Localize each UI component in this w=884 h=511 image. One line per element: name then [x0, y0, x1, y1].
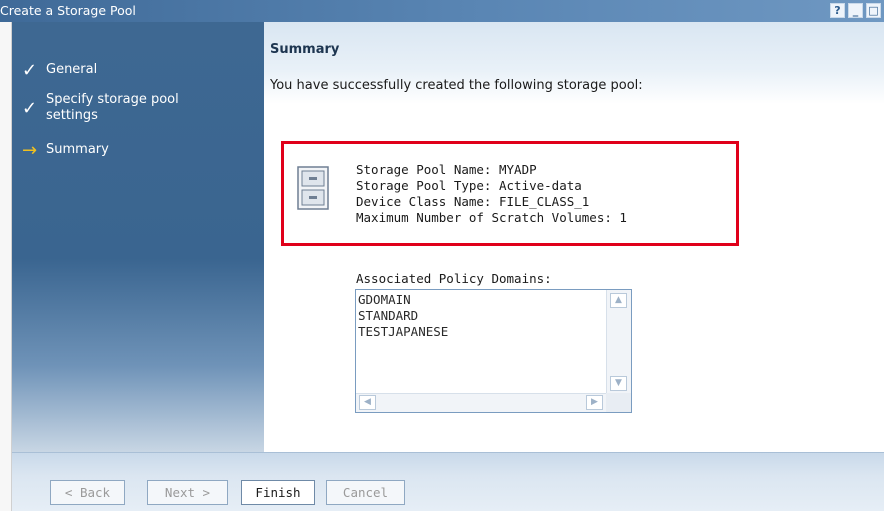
policy-domains-label: Associated Policy Domains:: [356, 271, 552, 286]
page-title: Summary: [270, 42, 340, 57]
horizontal-scrollbar[interactable]: ◀ ▶: [356, 393, 606, 412]
step-label: Summary: [46, 142, 109, 157]
step-specify-settings[interactable]: ✓ Specify storage pool settings: [22, 92, 216, 124]
cancel-button[interactable]: Cancel: [326, 480, 405, 505]
policy-domains-listbox[interactable]: GDOMAIN STANDARD TESTJAPANESE ▲ ▼ ◀ ▶: [355, 289, 632, 413]
step-label: Specify storage pool settings: [46, 92, 179, 123]
max-scratch-volumes: Maximum Number of Scratch Volumes: 1: [356, 210, 627, 225]
minimize-button[interactable]: _: [848, 3, 863, 18]
pool-type: Storage Pool Type: Active-data: [356, 178, 582, 193]
finish-button[interactable]: Finish: [241, 480, 315, 505]
check-icon: ✓: [22, 98, 38, 119]
restore-button[interactable]: □: [866, 3, 881, 18]
scroll-left-icon[interactable]: ◀: [359, 395, 376, 410]
policy-domains-items: GDOMAIN STANDARD TESTJAPANESE: [358, 292, 448, 340]
arrow-right-icon: →: [22, 140, 38, 161]
device-class-name: Device Class Name: FILE_CLASS_1: [356, 194, 590, 209]
scroll-down-icon[interactable]: ▼: [610, 376, 627, 391]
scroll-up-icon[interactable]: ▲: [610, 293, 627, 308]
summary-description: You have successfully created the follow…: [270, 78, 643, 93]
list-item[interactable]: TESTJAPANESE: [358, 324, 448, 340]
scrollbar-corner: [606, 393, 631, 412]
check-icon: ✓: [22, 60, 38, 81]
window-controls: ? _ □: [830, 3, 881, 18]
step-label: General: [46, 62, 98, 77]
storage-pool-details: Storage Pool Name: MYADP Storage Pool Ty…: [356, 162, 627, 226]
file-cabinet-icon: [296, 165, 330, 214]
vertical-scrollbar[interactable]: ▲ ▼: [606, 290, 631, 394]
step-summary[interactable]: → Summary: [22, 142, 109, 160]
summary-header: Summary You have successfully created th…: [264, 22, 884, 104]
next-button[interactable]: Next >: [147, 480, 228, 505]
window-frame-left: [0, 22, 12, 511]
wizard-footer: < Back Next > Finish Cancel: [12, 452, 884, 511]
step-general[interactable]: ✓ General: [22, 62, 97, 80]
window-title: Create a Storage Pool: [0, 3, 136, 18]
help-button[interactable]: ?: [830, 3, 845, 18]
list-item[interactable]: GDOMAIN: [358, 292, 448, 308]
back-button[interactable]: < Back: [50, 480, 125, 505]
list-item[interactable]: STANDARD: [358, 308, 448, 324]
title-bar: Create a Storage Pool ? _ □: [0, 0, 884, 22]
wizard-steps-sidebar: ✓ General ✓ Specify storage pool setting…: [12, 22, 264, 452]
pool-name: Storage Pool Name: MYADP: [356, 162, 537, 177]
scroll-right-icon[interactable]: ▶: [586, 395, 603, 410]
